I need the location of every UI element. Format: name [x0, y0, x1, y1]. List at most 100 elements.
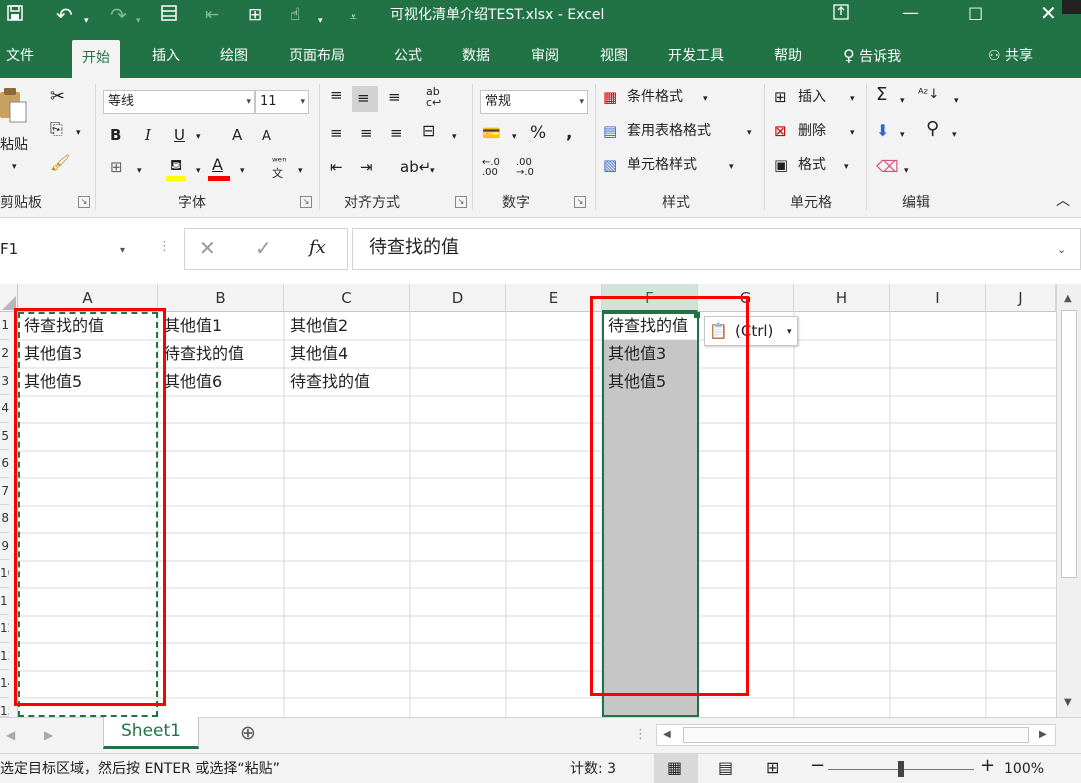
scroll-up-icon[interactable]: ▲	[1064, 290, 1072, 308]
wrap-dropdown-icon[interactable]: ▾	[430, 162, 435, 180]
cell-b3[interactable]: 其他值6	[164, 368, 222, 396]
next-sheet-icon[interactable]: ▶	[44, 726, 53, 744]
formula-input[interactable]: 待查找的值 ⌄	[352, 228, 1081, 270]
scroll-right-icon[interactable]: ▶	[1039, 726, 1047, 744]
column-header[interactable]: D	[410, 284, 506, 312]
percent-button[interactable]: %	[530, 124, 546, 142]
cancel-icon[interactable]: ✕	[199, 238, 216, 258]
alignment-launcher-icon[interactable]: ↘	[455, 196, 467, 208]
menu-file[interactable]: 文件	[6, 34, 34, 78]
fill-color-button[interactable]: ⛾	[166, 156, 190, 182]
sort-filter-icon[interactable]: ᴬᶻ↓	[918, 86, 939, 104]
top-align-icon[interactable]: ≡	[330, 86, 343, 104]
row-header[interactable]: 15	[0, 698, 9, 717]
underline-dropdown-icon[interactable]: ▾	[196, 128, 201, 146]
minimize-icon[interactable]: —	[902, 2, 919, 24]
comma-button[interactable]: ,	[566, 124, 572, 142]
maximize-icon[interactable]: ☐	[968, 4, 983, 26]
phonetic-guide-icon[interactable]: ʷᵉⁿ 文	[272, 156, 287, 180]
menu-help[interactable]: 帮助	[774, 34, 802, 78]
cell-c2[interactable]: 其他值4	[290, 340, 348, 368]
cell-b1[interactable]: 其他值1	[164, 312, 222, 340]
column-header[interactable]: I	[890, 284, 986, 312]
menu-review[interactable]: 审阅	[531, 34, 559, 78]
merge-dropdown-icon[interactable]: ▾	[452, 128, 457, 146]
touch-mode-icon[interactable]: ☝	[290, 4, 300, 26]
scroll-left-icon[interactable]: ◀	[663, 726, 671, 744]
borders-dropdown-icon[interactable]: ▾	[137, 162, 142, 180]
clear-eraser-icon[interactable]: ⌫	[876, 158, 899, 176]
font-color-button[interactable]: A	[208, 156, 232, 182]
horizontal-scrollbar[interactable]: ◀ ▶	[656, 724, 1056, 746]
tab-split-grip-icon[interactable]: ⋮	[634, 726, 647, 744]
underline-button[interactable]: U	[174, 126, 185, 144]
row-header[interactable]: 2	[0, 340, 9, 368]
number-format-combo[interactable]: 常规 ▾	[480, 90, 588, 114]
vertical-scroll-thumb[interactable]	[1061, 310, 1077, 578]
column-header[interactable]: C	[284, 284, 410, 312]
align-center-icon[interactable]: ≡	[360, 124, 373, 142]
menu-view[interactable]: 视图	[600, 34, 628, 78]
orientation-icon[interactable]: ab ⅽ↩	[426, 86, 441, 108]
undo-dropdown-icon[interactable]: ▾	[84, 10, 89, 32]
ribbon-display-options-icon[interactable]	[833, 4, 849, 26]
borders-icon[interactable]: ⊞	[110, 158, 123, 176]
middle-align-button[interactable]: ≡	[352, 86, 378, 112]
expand-formula-icon[interactable]: ⌄	[1057, 241, 1066, 259]
copy-icon[interactable]: ⎘	[50, 120, 63, 138]
row-header[interactable]: 1	[0, 312, 9, 340]
italic-button[interactable]: I	[145, 126, 151, 144]
fill-dropdown-icon[interactable]: ▾	[900, 126, 905, 144]
find-select-icon[interactable]: ⚲	[926, 120, 939, 138]
vertical-scrollbar[interactable]: ▲ ▼	[1056, 284, 1081, 717]
row-header[interactable]: 4	[0, 395, 9, 423]
new-sheet-icon[interactable]: ⊕	[240, 724, 256, 743]
menu-home[interactable]: 开始	[72, 40, 120, 78]
row-header[interactable]: 8	[0, 505, 9, 533]
cell-c3[interactable]: 待查找的值	[290, 368, 370, 396]
column-header[interactable]: B	[158, 284, 284, 312]
zoom-slider-thumb[interactable]	[898, 761, 904, 777]
copy-dropdown-icon[interactable]: ▾	[76, 124, 81, 142]
row-header[interactable]: 9	[0, 533, 9, 560]
merge-center-icon[interactable]: ⊟	[422, 122, 435, 140]
insert-function-icon[interactable]: fx	[309, 239, 326, 257]
paste-button[interactable]	[0, 88, 28, 126]
row-header[interactable]: 11	[0, 588, 9, 615]
row-header[interactable]: 3	[0, 368, 9, 395]
menu-page-layout[interactable]: 页面布局	[289, 34, 345, 78]
tell-me-button[interactable]: ♀ 告诉我	[843, 34, 901, 78]
row-header[interactable]: 12	[0, 615, 9, 643]
enter-check-icon[interactable]: ✓	[255, 238, 272, 258]
name-box[interactable]: F1 ▾	[0, 234, 140, 266]
clipboard-launcher-icon[interactable]: ↘	[78, 196, 90, 208]
font-name-combo[interactable]: 等线 ▾	[103, 90, 255, 114]
distribute-icon[interactable]: ⊞	[248, 4, 262, 26]
sheet-tab-sheet1[interactable]: Sheet1	[103, 717, 199, 749]
align-right-icon[interactable]: ≡	[390, 124, 403, 142]
zoom-in-icon[interactable]: +	[980, 757, 995, 775]
font-size-combo[interactable]: 11 ▾	[255, 90, 309, 114]
menu-developer[interactable]: 开发工具	[668, 34, 724, 78]
row-header[interactable]: 14	[0, 670, 9, 698]
cut-icon[interactable]: ✂	[50, 88, 65, 106]
customize-toolbar-icon[interactable]: ⩡	[350, 6, 357, 28]
increase-decimal-icon[interactable]: ←.0.00	[482, 158, 500, 178]
accounting-format-icon[interactable]: 💳	[482, 124, 501, 142]
touch-dropdown-icon[interactable]: ▾	[318, 10, 323, 32]
undo-icon[interactable]: ↶	[56, 4, 73, 26]
save-icon[interactable]	[6, 4, 24, 28]
increase-indent-icon[interactable]: ⇥	[360, 158, 373, 176]
phonetic-dropdown-icon[interactable]: ▾	[298, 162, 303, 180]
cell-c1[interactable]: 其他值2	[290, 312, 348, 340]
autosum-icon[interactable]: Σ	[876, 86, 887, 104]
menu-formulas[interactable]: 公式	[394, 34, 422, 78]
paste-label[interactable]: 粘贴	[0, 136, 28, 154]
column-header[interactable]: H	[794, 284, 890, 312]
row-header[interactable]: 7	[0, 478, 9, 505]
sort-filter-dropdown-icon[interactable]: ▾	[954, 92, 959, 110]
share-button[interactable]: ⚇ 共享	[988, 34, 1033, 78]
cell-b2[interactable]: 待查找的值	[164, 340, 244, 368]
column-header[interactable]: E	[506, 284, 602, 312]
grow-font-button[interactable]: A	[232, 126, 242, 144]
